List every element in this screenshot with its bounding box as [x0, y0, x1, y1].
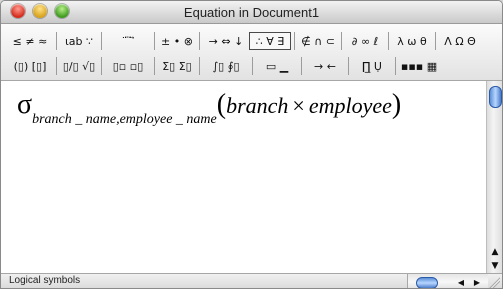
set-theory-symbols-palette[interactable]: ∉ ∩ ⊂: [298, 32, 338, 50]
subscript-superscript-templates-palette[interactable]: ▯▫ ▫▯: [105, 57, 151, 75]
toolbar-separator: [101, 32, 102, 50]
left-operand: branch: [226, 93, 289, 118]
vertical-scroll-thumb[interactable]: [489, 86, 502, 108]
scroll-up-icon[interactable]: ▲: [487, 245, 502, 259]
status-text: Logical symbols: [9, 275, 81, 286]
fraction-radical-templates-palette[interactable]: ▯/▯ √▯: [60, 57, 98, 75]
toolbar-separator: [341, 32, 342, 50]
title-bar[interactable]: Equation in Document1: [1, 1, 502, 24]
toolbar-separator: [154, 57, 155, 75]
integral-templates-palette[interactable]: ∫▯ ∮▯: [203, 57, 249, 75]
symbol-palettes-row: ≤ ≠ ≈ ⍳ab ∵ ¨ ⃛ ⃗ ± • ⊗ → ⇔ ↓ ∴ ∀ ∃ ∉ ∩ …: [7, 29, 498, 53]
sigma-symbol: σ: [17, 89, 33, 120]
toolbar-separator: [294, 32, 295, 50]
scroll-right-icon[interactable]: ▶: [470, 275, 484, 288]
embellishments-palette[interactable]: ¨ ⃛ ⃗: [105, 32, 151, 50]
toolbar-separator: [395, 57, 396, 75]
logical-symbols-palette[interactable]: ∴ ∀ ∃: [249, 32, 291, 50]
equation-toolbar: ≤ ≠ ≈ ⍳ab ∵ ¨ ⃛ ⃗ ± • ⊗ → ⇔ ↓ ∴ ∀ ∃ ∉ ∩ …: [1, 24, 502, 81]
greek-uppercase-palette[interactable]: Λ Ω Θ: [439, 32, 481, 50]
toolbar-separator: [388, 32, 389, 50]
open-paren: (: [216, 89, 227, 120]
scroll-down-icon[interactable]: ▼: [487, 259, 502, 273]
equation-editing-area[interactable]: σbranch _ name,employee _ name(branch × …: [1, 81, 486, 273]
right-operand: employee: [308, 93, 392, 118]
underbar-overbar-templates-palette[interactable]: ▭ ▁: [256, 57, 298, 75]
toolbar-separator: [56, 32, 57, 50]
equation-editor-window: Equation in Document1 ≤ ≠ ≈ ⍳ab ∵ ¨ ⃛ ⃗ …: [0, 0, 503, 289]
vertical-scrollbar[interactable]: ▲ ▼: [486, 81, 502, 273]
horizontal-scroll-thumb[interactable]: [416, 277, 438, 288]
spaces-ellipses-palette[interactable]: ⍳ab ∵: [60, 32, 98, 50]
toolbar-separator: [199, 32, 200, 50]
toolbar-separator: [101, 57, 102, 75]
toolbar-separator: [154, 32, 155, 50]
template-palettes-row: (▯) [▯] ▯/▯ √▯ ▯▫ ▫▯ Σ▯ Σ▯ ∫▯ ∮▯ ▭ ▁ → ←…: [7, 54, 498, 78]
toolbar-separator: [56, 57, 57, 75]
toolbar-separator: [199, 57, 200, 75]
horizontal-scrollbar[interactable]: ◀ ▶: [407, 274, 488, 288]
resize-grip-icon[interactable]: [488, 276, 500, 288]
products-set-theory-templates-palette[interactable]: ∏̲ Ụ: [352, 57, 392, 75]
scroll-left-icon[interactable]: ◀: [454, 275, 468, 288]
toolbar-separator: [252, 57, 253, 75]
equation[interactable]: σbranch _ name,employee _ name(branch × …: [17, 89, 401, 128]
toolbar-separator: [435, 32, 436, 50]
greek-lowercase-palette[interactable]: λ ω θ: [392, 32, 432, 50]
arrow-symbols-palette[interactable]: → ⇔ ↓: [203, 32, 249, 50]
operator-symbols-palette[interactable]: ± • ⊗: [158, 32, 196, 50]
labeled-arrow-templates-palette[interactable]: → ←: [305, 57, 345, 75]
window-title: Equation in Document1: [183, 5, 320, 20]
summation-templates-palette[interactable]: Σ▯ Σ▯: [158, 57, 196, 75]
times-operator: ×: [292, 93, 305, 118]
relational-symbols-palette[interactable]: ≤ ≠ ≈: [7, 32, 53, 50]
toolbar-separator: [301, 57, 302, 75]
miscellaneous-symbols-palette[interactable]: ∂ ∞ ℓ: [345, 32, 385, 50]
status-bar: Logical symbols ◀ ▶: [1, 273, 502, 288]
close-paren: ): [391, 89, 402, 120]
toolbar-separator: [348, 57, 349, 75]
matrix-templates-palette[interactable]: ▪▪▪ ▦: [399, 57, 439, 75]
sigma-subscript: branch _ name,employee _ name: [32, 112, 217, 127]
fence-templates-palette[interactable]: (▯) [▯]: [7, 57, 53, 75]
